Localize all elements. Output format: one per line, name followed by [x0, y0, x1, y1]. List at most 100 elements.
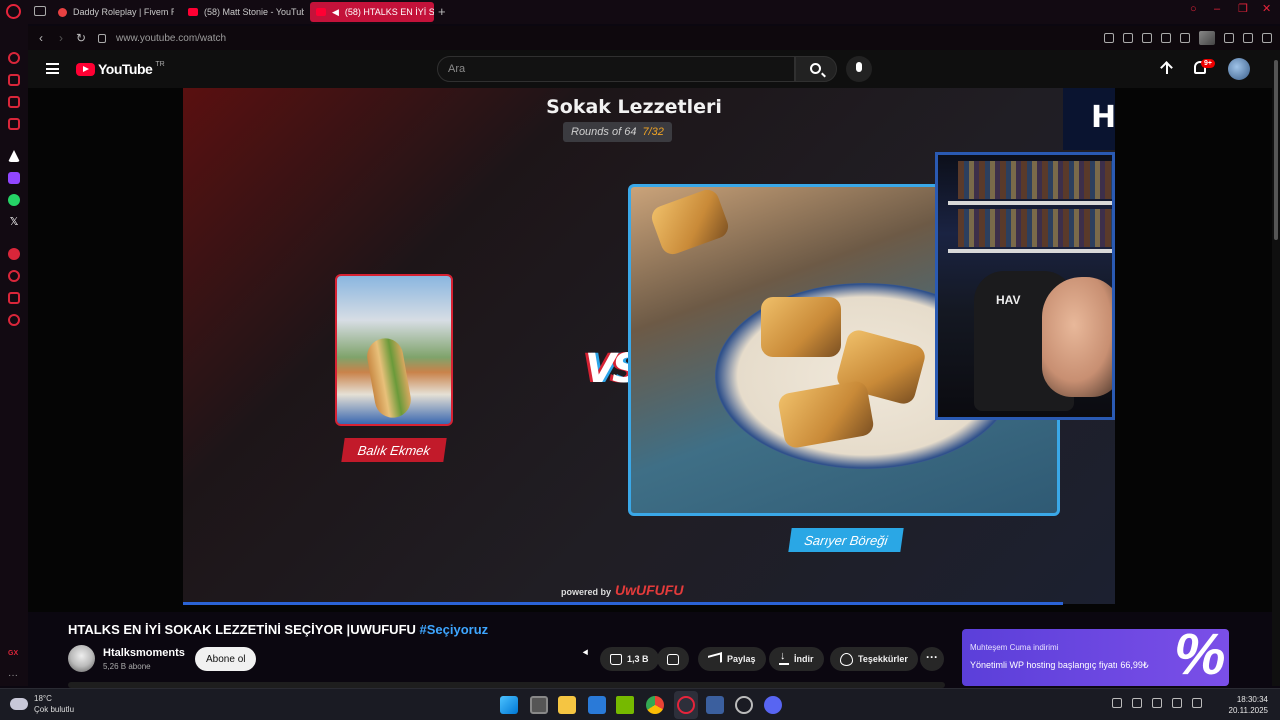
- extensions-sidebar-icon[interactable]: [8, 292, 20, 304]
- create-icon[interactable]: [1161, 62, 1173, 76]
- youtube-logo[interactable]: YouTube TR: [76, 61, 165, 77]
- subscriber-count: 5,26 B abone: [103, 662, 151, 671]
- like-button[interactable]: 1,3 B: [600, 647, 659, 671]
- tab-menu-icon[interactable]: [34, 6, 46, 16]
- speaker-icon[interactable]: ◀: [332, 7, 339, 18]
- menu-icon[interactable]: [46, 63, 59, 74]
- music-icon[interactable]: [8, 118, 20, 130]
- tab-htalks[interactable]: ◀ (58) HTALKS EN İYİ SO: [310, 2, 434, 22]
- windows-start-icon[interactable]: [500, 696, 518, 714]
- download-button[interactable]: İndir: [769, 647, 824, 671]
- chrome-icon[interactable]: [646, 696, 664, 714]
- minimize-icon[interactable]: –: [1214, 4, 1224, 15]
- weather-widget[interactable]: 18°C Çok bulutlu: [10, 693, 74, 715]
- channel-name[interactable]: Htalksmoments: [103, 647, 185, 659]
- heart-icon[interactable]: [1180, 33, 1190, 43]
- pastry-image: [761, 297, 841, 357]
- pin-icon[interactable]: [1104, 33, 1114, 43]
- thanks-label: Teşekkürler: [858, 654, 908, 664]
- download-icon[interactable]: [1243, 33, 1253, 43]
- webcam-overlay: HAV: [935, 152, 1115, 420]
- new-tab-button[interactable]: +: [438, 4, 446, 19]
- reload-icon[interactable]: ↻: [74, 31, 88, 45]
- steam-icon[interactable]: [706, 696, 724, 714]
- thanks-button[interactable]: Teşekkürler: [830, 647, 918, 671]
- right-choice-label: Sarıyer Böreği: [788, 528, 904, 552]
- account-avatar[interactable]: [1228, 58, 1250, 80]
- player-icon[interactable]: [8, 248, 20, 260]
- microphone-icon[interactable]: [1152, 698, 1162, 708]
- forward-icon[interactable]: ›: [54, 31, 68, 45]
- file-explorer-icon[interactable]: [558, 696, 576, 714]
- chevron-up-icon[interactable]: [1112, 698, 1122, 708]
- nvidia-icon[interactable]: [616, 696, 634, 714]
- subscribe-button[interactable]: Abone ol: [195, 647, 257, 671]
- twitch-icon[interactable]: [8, 172, 20, 184]
- app-icon[interactable]: [735, 696, 753, 714]
- tab-label: (58) HTALKS EN İYİ SO: [344, 7, 434, 17]
- tab-fivem[interactable]: Daddy Roleplay | Fivem R: [52, 2, 174, 22]
- search-box: [437, 56, 795, 82]
- x-icon[interactable]: 𝕏: [8, 216, 20, 228]
- opera-gx-icon[interactable]: [677, 696, 695, 714]
- channel-avatar[interactable]: [68, 645, 95, 672]
- restore-icon[interactable]: ❐: [1238, 4, 1248, 15]
- share-label: Paylaş: [727, 654, 756, 664]
- search-tabs-icon[interactable]: ○: [1190, 4, 1200, 15]
- share-icon: [708, 652, 722, 666]
- notification-badge: 9+: [1201, 59, 1215, 68]
- easy-setup-icon[interactable]: [1262, 33, 1272, 43]
- bookshelf-image: [958, 161, 1112, 199]
- task-view-icon[interactable]: [530, 696, 548, 714]
- video-progress-bar[interactable]: [183, 602, 1063, 605]
- region-code: TR: [155, 61, 165, 68]
- network-icon[interactable]: [1172, 698, 1182, 708]
- more-actions-button[interactable]: ···: [920, 647, 944, 671]
- aria-icon[interactable]: [8, 150, 20, 162]
- history-icon[interactable]: [8, 270, 20, 282]
- close-icon[interactable]: ✕: [1262, 4, 1272, 15]
- dislike-button[interactable]: [657, 647, 689, 671]
- temperature: 18°C: [34, 694, 52, 703]
- profile-avatar[interactable]: [1199, 31, 1215, 45]
- back-icon[interactable]: ‹: [34, 31, 48, 45]
- opera-logo-icon[interactable]: [6, 4, 21, 19]
- thumbs-up-icon: [610, 653, 622, 665]
- ad-title: Muhteşem Cuma indirimi: [970, 643, 1059, 652]
- more-icon[interactable]: ···: [8, 670, 20, 682]
- tab-label: Daddy Roleplay | Fivem R: [73, 7, 174, 17]
- search-button[interactable]: [795, 56, 837, 82]
- clock[interactable]: 18:30:34 20.11.2025: [1229, 694, 1268, 716]
- video-title: HTALKS EN İYİ SOKAK LEZZETİNİ SEÇİYOR |U…: [68, 622, 488, 637]
- mail-icon[interactable]: [588, 696, 606, 714]
- powered-by: powered by UwUFUFU: [561, 582, 683, 598]
- speed-dial-icon[interactable]: [8, 52, 20, 64]
- search-input[interactable]: [438, 57, 794, 81]
- discord-icon[interactable]: [764, 696, 782, 714]
- search-icon: [810, 63, 821, 74]
- snapshot-icon[interactable]: [1123, 33, 1133, 43]
- ai-icon[interactable]: [8, 74, 20, 86]
- shield-icon[interactable]: [1142, 33, 1152, 43]
- gx-icon[interactable]: GX: [8, 650, 20, 662]
- youtube-play-icon: [76, 62, 95, 76]
- share-button[interactable]: Paylaş: [698, 647, 766, 671]
- bracket-title: Sokak Lezzetleri: [546, 96, 722, 118]
- volume-icon[interactable]: [1192, 698, 1202, 708]
- address-bar: ‹ › ↻ www.youtube.com/watch: [28, 26, 1280, 50]
- fish-sandwich-image: [364, 335, 414, 421]
- tab-matt-stonie[interactable]: (58) Matt Stonie - YouTub: [182, 2, 304, 22]
- tray-app-icon[interactable]: [1132, 698, 1142, 708]
- hashtag-link[interactable]: #Seçiyoruz: [420, 622, 489, 637]
- settings-icon[interactable]: [8, 314, 20, 326]
- page-scrollbar[interactable]: [1272, 50, 1280, 686]
- url-field[interactable]: www.youtube.com/watch: [116, 33, 226, 44]
- voice-search-button[interactable]: [846, 56, 872, 82]
- play-icon[interactable]: [1161, 33, 1171, 43]
- whatsapp-icon[interactable]: [8, 194, 20, 206]
- extensions-icon[interactable]: [1224, 33, 1234, 43]
- news-icon[interactable]: [8, 96, 20, 108]
- ad-banner[interactable]: Muhteşem Cuma indirimi Yönetimli WP host…: [962, 629, 1229, 686]
- video-player[interactable]: H' Sokak Lezzetleri Rounds of 64 7/32 Ba…: [183, 88, 1115, 604]
- scrollbar-thumb[interactable]: [1274, 60, 1278, 240]
